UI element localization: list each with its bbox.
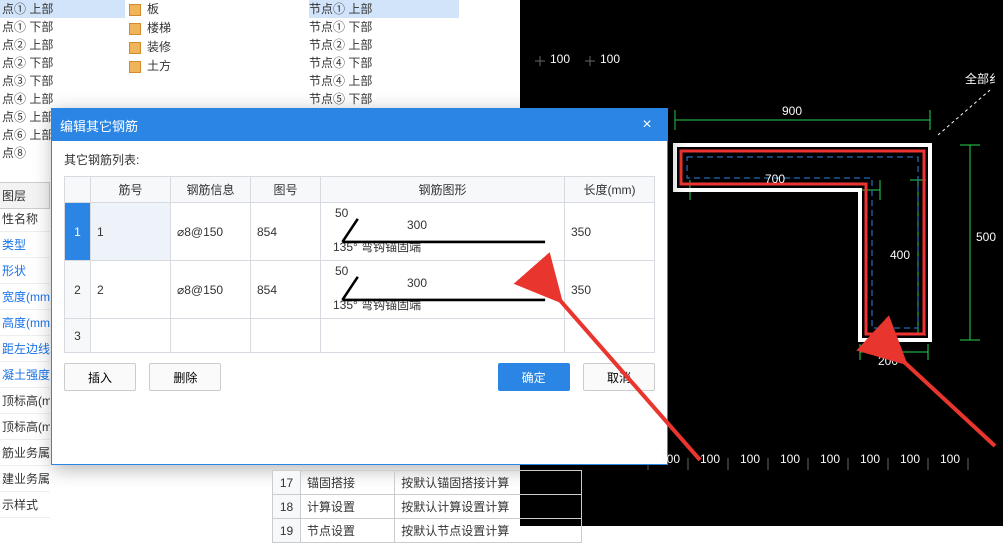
prop-height: 高度(mm (0, 310, 50, 336)
cell-fig[interactable] (251, 319, 321, 353)
cell-id[interactable]: 1 (91, 203, 171, 261)
tree3-item[interactable]: 节点⑤ 下部 (309, 90, 459, 108)
row-num[interactable]: 2 (65, 261, 91, 319)
cell-len[interactable] (565, 319, 655, 353)
cell[interactable]: 计算设置 (301, 495, 395, 519)
row-num: 18 (273, 495, 301, 519)
cell-shape[interactable]: 50 300 135° 弯钩锚固端 (321, 261, 565, 319)
edit-other-rebar-dialog: 编辑其它钢筋 × 其它钢筋列表: 筋号 钢筋信息 图号 钢筋图形 长度(mm) … (51, 108, 668, 465)
tree2-label: 土方 (147, 57, 171, 76)
folder-icon (129, 4, 141, 16)
prop-top2: 顶标高(m (0, 414, 50, 440)
cell[interactable]: 锚固搭接 (301, 471, 395, 495)
prop-top1: 顶标高(m (0, 388, 50, 414)
prop-biz1: 筋业务属 (0, 440, 50, 466)
tree1-item[interactable]: 点① 上部 (0, 0, 125, 18)
cell-fig[interactable]: 854 (251, 261, 321, 319)
tab-layer[interactable]: 图层 (0, 182, 50, 209)
col-fig: 图号 (251, 177, 321, 203)
folder-icon (129, 61, 141, 73)
settings-table[interactable]: 17锚固搭接按默认锚固搭接计算 18计算设置按默认计算设置计算 19节点设置按默… (272, 470, 582, 543)
tree1-item[interactable]: 点② 上部 (0, 36, 125, 54)
cell-info[interactable] (171, 319, 251, 353)
node-tree-3[interactable]: 节点① 上部 节点① 下部 节点② 上部 节点④ 下部 节点④ 上部 节点⑤ 下… (309, 0, 459, 108)
tree3-item[interactable]: 节点④ 上部 (309, 72, 459, 90)
col-shape: 钢筋图形 (321, 177, 565, 203)
prop-biz2: 建业务属 (0, 466, 50, 492)
tree3-item[interactable]: 节点④ 下部 (309, 54, 459, 72)
prop-shape: 形状 (0, 258, 50, 284)
tree2-item[interactable]: 楼梯 (125, 19, 270, 38)
ok-button[interactable]: 确定 (498, 363, 570, 391)
tree2-item[interactable]: 装修 (125, 38, 270, 57)
cancel-button[interactable]: 取消 (583, 363, 655, 391)
cell[interactable]: 按默认节点设置计算 (395, 519, 582, 543)
tree3-item[interactable]: 节点① 下部 (309, 18, 459, 36)
table-row[interactable]: 2 2 ⌀8@150 854 50 300 135° 弯钩锚固端 350 (65, 261, 655, 319)
tree2-label: 楼梯 (147, 19, 171, 38)
list-label: 其它钢筋列表: (64, 151, 655, 168)
dialog-title: 编辑其它钢筋 (60, 116, 138, 135)
tree2-label: 装修 (147, 38, 171, 57)
table-row[interactable]: 19节点设置按默认节点设置计算 (273, 519, 582, 543)
row-num[interactable]: 3 (65, 319, 91, 353)
rebar-table[interactable]: 筋号 钢筋信息 图号 钢筋图形 长度(mm) 1 1 ⌀8@150 854 50… (64, 176, 655, 353)
cell-shape[interactable]: 50 300 135° 弯钩锚固端 (321, 203, 565, 261)
tree2-item[interactable]: 土方 (125, 57, 270, 76)
row-num: 19 (273, 519, 301, 543)
cell[interactable]: 按默认计算设置计算 (395, 495, 582, 519)
cell-len[interactable]: 350 (565, 203, 655, 261)
row-header-blank (65, 177, 91, 203)
dialog-titlebar[interactable]: 编辑其它钢筋 × (52, 109, 667, 141)
cell-info[interactable]: ⌀8@150 (171, 261, 251, 319)
table-row[interactable]: 1 1 ⌀8@150 854 50 300 135° 弯钩锚固端 350 (65, 203, 655, 261)
col-info: 钢筋信息 (171, 177, 251, 203)
folder-icon (129, 23, 141, 35)
prop-type: 类型 (0, 232, 50, 258)
prop-leftdist: 距左边线 (0, 336, 50, 362)
col-len: 长度(mm) (565, 177, 655, 203)
prop-style: 示样式 (0, 492, 50, 518)
prop-name: 性名称 (0, 206, 50, 232)
tree3-item[interactable]: 节点① 上部 (309, 0, 459, 18)
cell-id[interactable]: 2 (91, 261, 171, 319)
cell-info[interactable]: ⌀8@150 (171, 203, 251, 261)
close-icon[interactable]: × (635, 116, 659, 134)
cell[interactable]: 节点设置 (301, 519, 395, 543)
cell-id[interactable] (91, 319, 171, 353)
prop-width: 宽度(mm (0, 284, 50, 310)
row-num[interactable]: 1 (65, 203, 91, 261)
row-num: 17 (273, 471, 301, 495)
cell-len[interactable]: 350 (565, 261, 655, 319)
tree1-item[interactable]: 点③ 下部 (0, 72, 125, 90)
folder-icon (129, 42, 141, 54)
tree2-item[interactable]: 板 (125, 0, 270, 19)
prop-grade: 凝土强度等 (0, 362, 50, 388)
tree1-item[interactable]: 点④ 上部 (0, 90, 125, 108)
property-panel: 性名称 类型 形状 宽度(mm 高度(mm 距左边线 凝土强度等 顶标高(m 顶… (0, 206, 50, 518)
tree3-item[interactable]: 节点② 上部 (309, 36, 459, 54)
delete-button[interactable]: 删除 (149, 363, 221, 391)
cell[interactable]: 按默认锚固搭接计算 (395, 471, 582, 495)
table-row[interactable]: 18计算设置按默认计算设置计算 (273, 495, 582, 519)
category-tree[interactable]: 板 楼梯 装修 土方 (125, 0, 270, 76)
tree1-item[interactable]: 点② 下部 (0, 54, 125, 72)
insert-button[interactable]: 插入 (64, 363, 136, 391)
col-id: 筋号 (91, 177, 171, 203)
cell-fig[interactable]: 854 (251, 203, 321, 261)
tree1-item[interactable]: 点① 下部 (0, 18, 125, 36)
tree2-label: 板 (147, 0, 159, 19)
table-row[interactable]: 17锚固搭接按默认锚固搭接计算 (273, 471, 582, 495)
